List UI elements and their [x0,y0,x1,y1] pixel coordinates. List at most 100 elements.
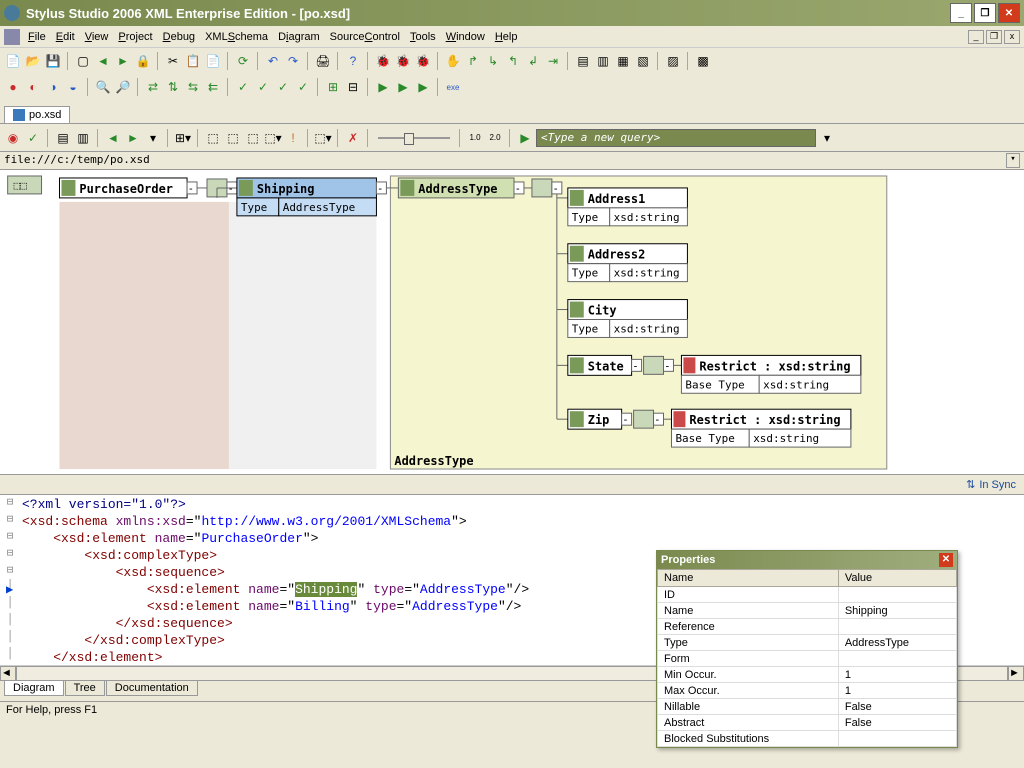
mdi-minimize-button[interactable]: _ [968,30,984,44]
panel1-button[interactable]: ▤ [574,52,592,70]
bp1-button[interactable]: ● [4,78,22,96]
menu-edit[interactable]: Edit [56,31,75,43]
dt-go[interactable]: ▶ [516,129,534,147]
bug3-button[interactable]: 🐞 [414,52,432,70]
copy-button[interactable]: 📋 [184,52,202,70]
dt-i5[interactable]: ⬚▾ [314,129,332,147]
menu-file[interactable]: File [28,31,46,43]
new-button[interactable]: 📄 [4,52,22,70]
dt-excl[interactable]: ! [284,129,302,147]
splitter-bar[interactable]: ⇅ In Sync [0,475,1024,495]
maximize-button[interactable]: ❐ [974,3,996,23]
bug1-button[interactable]: 🐞 [374,52,392,70]
open-button[interactable]: 📂 [24,52,42,70]
check4-button[interactable]: ✓ [294,78,312,96]
fold-l2b[interactable]: ⊟ [0,512,20,529]
hand-button[interactable]: ✋ [444,52,462,70]
dt-exp1[interactable]: ⊞▾ [174,129,192,147]
window-button[interactable]: ▢ [74,52,92,70]
lock-button[interactable]: 🔒 [134,52,152,70]
panel3-button[interactable]: ▦ [614,52,632,70]
properties-close-button[interactable]: ✕ [939,553,953,567]
doc-tab-poxsd[interactable]: po.xsd [4,106,70,123]
dt-btn1[interactable]: ◉ [4,129,22,147]
menu-tools[interactable]: Tools [410,31,436,43]
tab-diagram[interactable]: Diagram [4,681,64,696]
dt-nav-right[interactable]: ► [124,129,142,147]
exe-button[interactable]: exe [444,78,462,96]
sc2-button[interactable]: ⇅ [164,78,182,96]
back-button[interactable]: ◄ [94,52,112,70]
run1-button[interactable]: ▶ [374,78,392,96]
dt-z2[interactable]: 2.0 [486,129,504,147]
properties-panel[interactable]: Properties ✕ NameValue ID NameShipping R… [656,550,958,748]
menu-window[interactable]: Window [446,31,485,43]
save-button[interactable]: 💾 [44,52,62,70]
add-button[interactable]: ⊞ [324,78,342,96]
step1-button[interactable]: ↱ [464,52,482,70]
cut-button[interactable]: ✂ [164,52,182,70]
bp3-button[interactable]: ◑ [44,78,62,96]
dt-btn2[interactable]: ✓ [24,129,42,147]
panel6-button[interactable]: ▩ [694,52,712,70]
dt-btn4[interactable]: ▥ [74,129,92,147]
dt-query-dd[interactable]: ▾ [818,129,836,147]
forward-button[interactable]: ► [114,52,132,70]
zoom-slider[interactable] [374,130,454,146]
remove-button[interactable]: ⊟ [344,78,362,96]
dt-nav-dd[interactable]: ▾ [144,129,162,147]
tab-tree[interactable]: Tree [65,681,105,696]
minimize-button[interactable]: _ [950,3,972,23]
bp4-button[interactable]: ◒ [64,78,82,96]
help-button[interactable]: ? [344,52,362,70]
paste-button[interactable]: 📄 [204,52,222,70]
tab-documentation[interactable]: Documentation [106,681,198,696]
step3-button[interactable]: ↰ [504,52,522,70]
panel5-button[interactable]: ▨ [664,52,682,70]
dt-z1[interactable]: 1.0 [466,129,484,147]
menu-help[interactable]: Help [495,31,518,43]
refresh-button[interactable]: ⟳ [234,52,252,70]
replace-button[interactable]: 🔎 [114,78,132,96]
find-button[interactable]: 🔍 [94,78,112,96]
diagram-canvas[interactable]: ⬚⬚ PurchaseOrder - - Shipping Type Addre… [0,170,1024,475]
check1-button[interactable]: ✓ [234,78,252,96]
dt-nav-left[interactable]: ◄ [104,129,122,147]
dt-del[interactable]: ✗ [344,129,362,147]
undo-button[interactable]: ↶ [264,52,282,70]
bug2-button[interactable]: 🐞 [394,52,412,70]
fold-l3[interactable]: ⊟ [0,529,20,546]
dt-i2[interactable]: ⬚ [224,129,242,147]
redo-button[interactable]: ↷ [284,52,302,70]
sc1-button[interactable]: ⇄ [144,78,162,96]
path-dropdown[interactable]: ▾ [1006,153,1020,168]
menu-project[interactable]: Project [118,31,152,43]
dt-i4[interactable]: ⬚▾ [264,129,282,147]
step4-button[interactable]: ↲ [524,52,542,70]
scroll-left-button[interactable]: ◄ [0,666,16,681]
query-input[interactable] [536,129,816,147]
sc4-button[interactable]: ⇇ [204,78,222,96]
check2-button[interactable]: ✓ [254,78,272,96]
fold-l4[interactable]: ⊟ [0,546,20,563]
run3-button[interactable]: ▶ [414,78,432,96]
menu-sourcecontrol[interactable]: SourceControl [330,31,400,43]
menu-diagram[interactable]: Diagram [278,31,320,43]
mdi-restore-button[interactable]: ❐ [986,30,1002,44]
fold-l2[interactable]: ⊟ [0,495,20,512]
run2-button[interactable]: ▶ [394,78,412,96]
fold-l5[interactable]: ⊟ [0,563,20,580]
menu-view[interactable]: View [85,31,109,43]
bp2-button[interactable]: ◐ [24,78,42,96]
step2-button[interactable]: ↳ [484,52,502,70]
mdi-close-button[interactable]: x [1004,30,1020,44]
dt-btn3[interactable]: ▤ [54,129,72,147]
sc3-button[interactable]: ⇆ [184,78,202,96]
dt-i3[interactable]: ⬚ [244,129,262,147]
close-button[interactable]: ✕ [998,3,1020,23]
step5-button[interactable]: ⇥ [544,52,562,70]
check3-button[interactable]: ✓ [274,78,292,96]
scroll-right-button[interactable]: ► [1008,666,1024,681]
print-button[interactable]: 🖨 [314,52,332,70]
panel2-button[interactable]: ▥ [594,52,612,70]
